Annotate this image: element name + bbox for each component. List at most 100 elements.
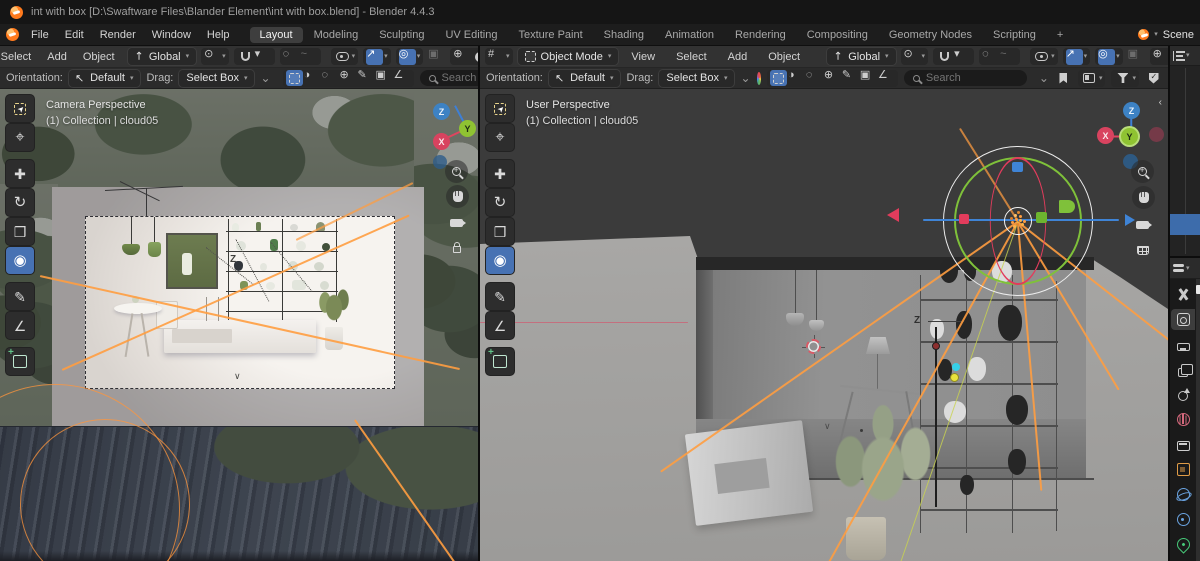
shading-solid-icon[interactable]: [471, 49, 478, 65]
gizmos-toggle-icon[interactable]: [1065, 48, 1083, 65]
right-menu-select[interactable]: Select: [668, 49, 715, 65]
drag-mode-dropdown[interactable]: Select Box ▾: [179, 69, 255, 87]
tool-annotate[interactable]: [486, 283, 514, 310]
tool-select-box[interactable]: [6, 95, 34, 122]
collapse-chevron-icon[interactable]: [740, 71, 750, 85]
gizmo-y-cone[interactable]: [1059, 200, 1075, 213]
tool-move[interactable]: [486, 160, 514, 187]
tool-scale[interactable]: [6, 218, 34, 245]
filter-lathe-icon[interactable]: [394, 70, 411, 86]
filter-stamp-icon[interactable]: [376, 70, 393, 86]
shading-wireframe-icon[interactable]: [1153, 49, 1168, 65]
camera-lock-button[interactable]: [445, 236, 468, 259]
filter-figure-icon[interactable]: [322, 70, 339, 86]
editor-switch-icon[interactable]: [1081, 70, 1098, 86]
left-menu-object[interactable]: Object: [75, 49, 123, 65]
left-search-box[interactable]: [419, 70, 478, 86]
tool-transform[interactable]: [486, 247, 514, 274]
transform-orientation-dropdown[interactable]: Global ▾: [827, 48, 896, 65]
tool-measure[interactable]: [6, 312, 34, 339]
object-antenna-mast[interactable]: [146, 188, 147, 216]
axis-x-ball[interactable]: X: [433, 133, 450, 150]
filter-lathe-icon[interactable]: [878, 70, 895, 86]
object-round-table[interactable]: [114, 303, 162, 314]
object-pendant-jar[interactable]: [148, 242, 161, 257]
collapse-chevron-icon[interactable]: [260, 71, 270, 85]
workspace-tab-shading[interactable]: Shading: [594, 27, 654, 43]
shield-check-icon[interactable]: [1145, 70, 1162, 86]
add-workspace-button[interactable]: +: [1047, 27, 1073, 43]
render-pass-icon[interactable]: [1128, 49, 1145, 65]
menu-render[interactable]: Render: [92, 27, 144, 43]
tool-annotate[interactable]: [6, 283, 34, 310]
shading-wireframe-icon[interactable]: [453, 49, 470, 65]
camera-view-button[interactable]: [445, 211, 468, 234]
tab-object-data[interactable]: [1171, 534, 1195, 555]
right-menu-view[interactable]: View: [623, 49, 663, 65]
tool-cursor[interactable]: [486, 124, 514, 151]
ortho-toggle-button[interactable]: [1131, 239, 1154, 262]
tool-rotate[interactable]: [6, 189, 34, 216]
workspace-tab-texture-paint[interactable]: Texture Paint: [508, 27, 592, 43]
axis-z-ball[interactable]: Z: [1123, 102, 1140, 119]
properties-editor-icon[interactable]: [1173, 263, 1185, 273]
tool-select-box[interactable]: [486, 95, 514, 122]
overlays-toggle-icon[interactable]: [398, 48, 416, 65]
workspace-tab-uv-editing[interactable]: UV Editing: [435, 27, 507, 43]
gizmos-toggle-icon[interactable]: [366, 48, 384, 65]
overlays-toggle-icon[interactable]: [1098, 48, 1116, 65]
right-nav-gizmo[interactable]: Z X Y: [1091, 96, 1168, 176]
snap-target-dropdown[interactable]: [255, 49, 272, 65]
snap-magnet-icon[interactable]: [237, 49, 254, 65]
tool-measure[interactable]: [486, 312, 514, 339]
filter-brush-icon[interactable]: [842, 70, 859, 86]
outliner-editor-icon[interactable]: [1173, 50, 1185, 61]
room-left-wall[interactable]: [696, 270, 713, 430]
tab-view-layer[interactable]: [1171, 359, 1195, 380]
proportional-editing-icon[interactable]: [283, 49, 300, 65]
object-pendant-lamp[interactable]: [122, 244, 140, 255]
gizmo-x-arrow[interactable]: [887, 208, 899, 222]
zoom-button[interactable]: [1131, 160, 1154, 183]
gizmo-y-handle[interactable]: [1036, 212, 1047, 223]
properties-panel[interactable]: ▾: [1170, 258, 1200, 561]
tab-world[interactable]: [1171, 409, 1195, 430]
left-menu-select[interactable]: Select: [0, 49, 39, 65]
tab-output[interactable]: [1171, 334, 1195, 355]
mode-dropdown[interactable]: Object Mode ▾: [517, 48, 619, 65]
gizmo-center-ring[interactable]: [1004, 207, 1032, 235]
cursor-3d[interactable]: [802, 335, 821, 354]
falloff-curve-icon[interactable]: [301, 49, 318, 65]
object-plant-leaves[interactable]: [316, 279, 352, 331]
asset-colorwheel-icon[interactable]: [756, 71, 761, 85]
right-menu-add[interactable]: Add: [720, 49, 756, 65]
filter-select-box-icon[interactable]: [769, 70, 787, 86]
workspace-tab-scripting[interactable]: Scripting: [983, 27, 1046, 43]
tab-constraints[interactable]: [1171, 509, 1195, 530]
tab-collection[interactable]: [1171, 434, 1195, 455]
drag-mode-dropdown[interactable]: Select Box ▾: [659, 69, 735, 87]
filter-sphere-icon[interactable]: [788, 70, 805, 86]
axis-y-ball[interactable]: Y: [459, 120, 476, 137]
editor-type-icon[interactable]: [488, 49, 505, 65]
workspace-tab-rendering[interactable]: Rendering: [725, 27, 796, 43]
right-viewport-canvas[interactable]: Z ∨ User Perspective (1) Collection | cl…: [480, 89, 1168, 561]
workspace-tab-modeling[interactable]: Modeling: [304, 27, 369, 43]
cyan-point-marker[interactable]: [952, 363, 960, 371]
filter-figure-icon[interactable]: [806, 70, 823, 86]
object-picture-frame[interactable]: [166, 233, 218, 289]
gizmo-z-handle[interactable]: [1012, 162, 1023, 172]
workspace-tab-sculpting[interactable]: Sculpting: [369, 27, 434, 43]
tab-render[interactable]: [1171, 309, 1195, 330]
tool-rotate[interactable]: [486, 189, 514, 216]
camera-frame[interactable]: Z ∨: [39, 182, 460, 389]
filter-stamp-icon[interactable]: [860, 70, 877, 86]
scene-selector[interactable]: ▾ Scene: [1138, 29, 1194, 41]
arc-icon[interactable]: [1039, 71, 1049, 85]
workspace-tab-animation[interactable]: Animation: [655, 27, 724, 43]
menu-edit[interactable]: Edit: [57, 27, 92, 43]
show-hide-eye-icon[interactable]: [1033, 49, 1050, 65]
menu-file[interactable]: File: [23, 27, 57, 43]
render-pass-icon[interactable]: [428, 49, 445, 65]
filter-select-box-icon[interactable]: [285, 70, 303, 86]
